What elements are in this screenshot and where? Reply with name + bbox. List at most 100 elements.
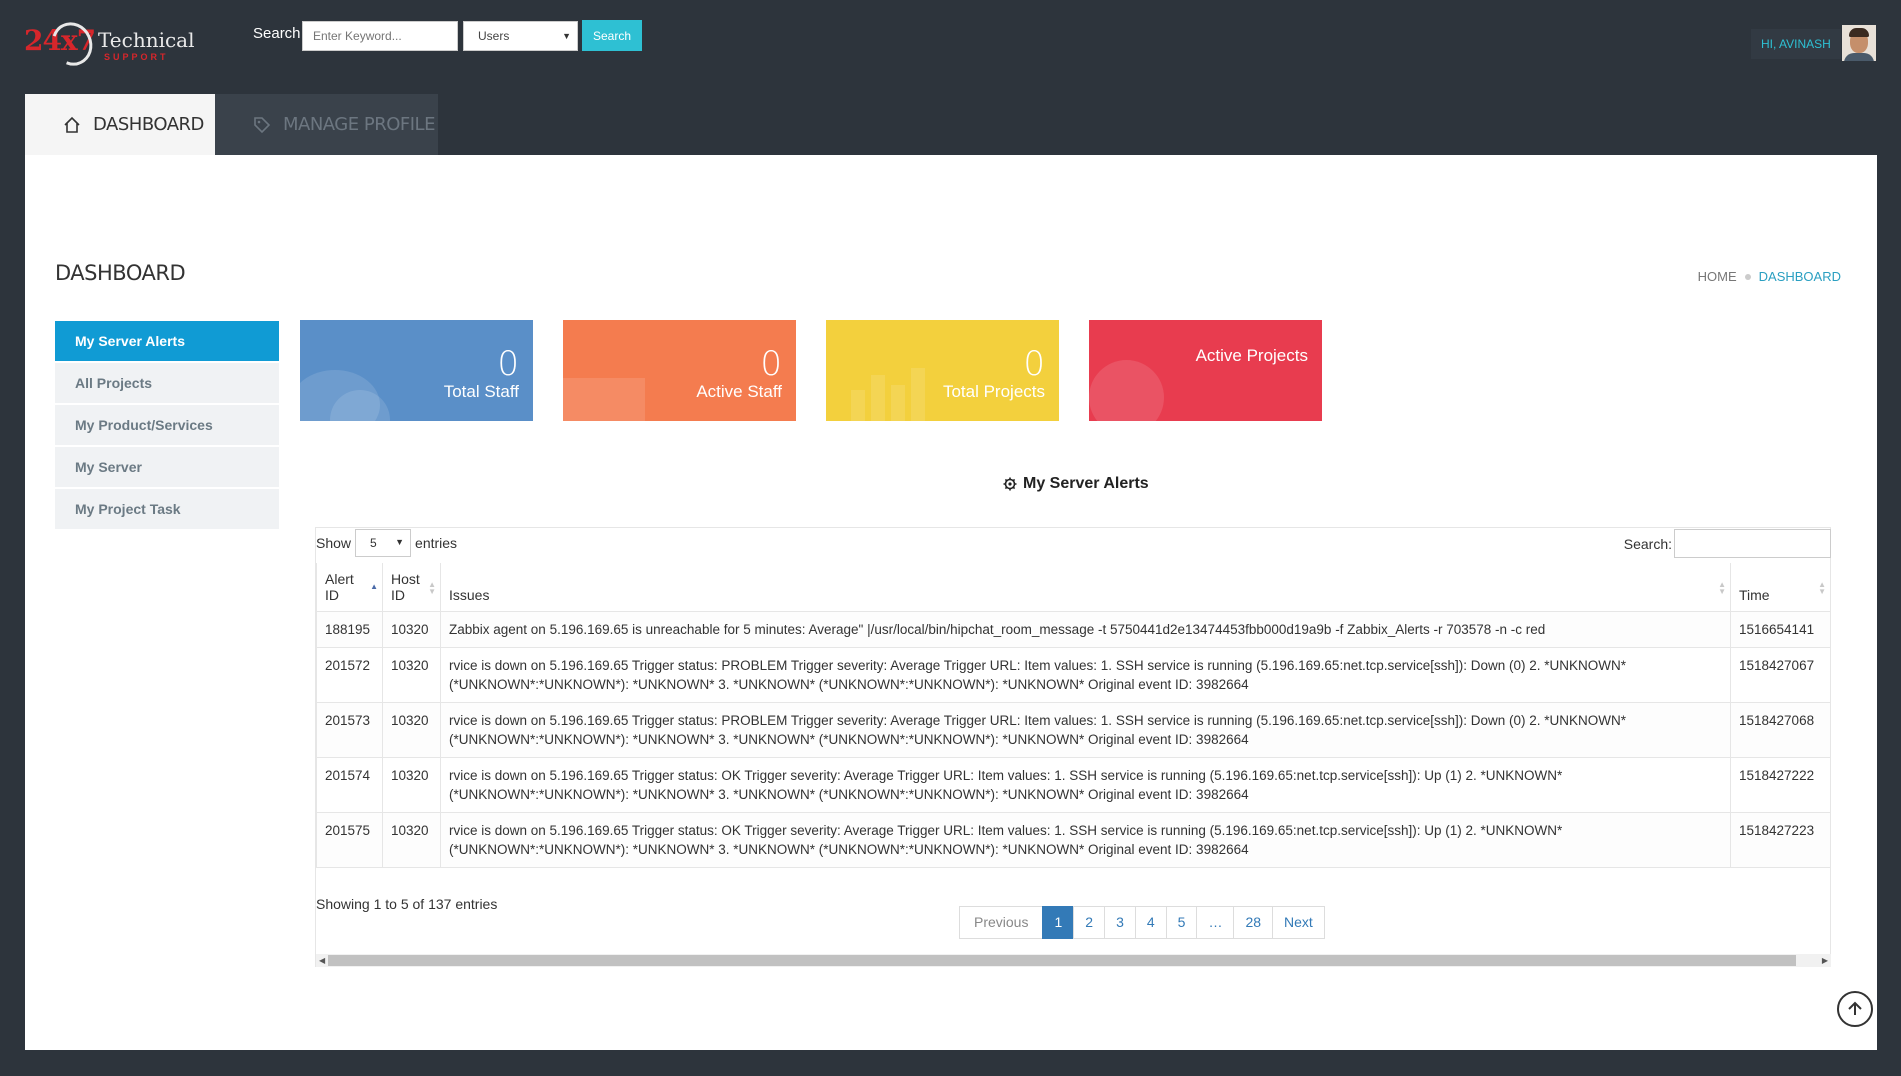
sidebar-item-my-product-services[interactable]: My Product/Services — [55, 405, 279, 445]
pagination-page-1[interactable]: 1 — [1042, 906, 1075, 939]
section-title-text: My Server Alerts — [1023, 475, 1149, 492]
pagination-previous[interactable]: Previous — [959, 906, 1044, 939]
avatar[interactable] — [1842, 25, 1876, 61]
user-greeting[interactable]: HI, AVINASH — [1751, 29, 1841, 59]
tag-icon — [254, 116, 271, 133]
stat-label: Total Staff — [443, 382, 519, 401]
tab-manage-profile[interactable]: MANAGE PROFILE — [215, 94, 438, 155]
card-decoration — [911, 368, 925, 421]
arrow-up-icon — [1848, 1001, 1862, 1015]
scroll-left-icon[interactable]: ◀ — [319, 954, 325, 967]
table-row: 201573 10320 rvice is down on 5.196.169.… — [316, 702, 1831, 758]
cell-alert-id: 201572 — [316, 647, 383, 703]
page-title: DASHBOARD — [55, 261, 186, 285]
cell-alert-id: 201574 — [316, 757, 383, 813]
cell-host-id: 10320 — [382, 611, 441, 648]
breadcrumb-separator — [1744, 273, 1751, 280]
cell-issue: rvice is down on 5.196.169.65 Trigger st… — [440, 647, 1731, 703]
column-header-label: Time — [1739, 587, 1770, 603]
sort-icon: ▲ ▼ — [1818, 580, 1826, 596]
table-search: Search: — [1624, 529, 1831, 558]
tab-label: DASHBOARD — [93, 114, 204, 135]
caret-down-icon: ▼ — [562, 31, 571, 41]
table-search-input[interactable] — [1674, 529, 1831, 558]
scrollbar-thumb[interactable] — [328, 955, 1796, 966]
pagination-next[interactable]: Next — [1272, 906, 1325, 939]
pagination: Previous 1 2 3 4 5 … 28 Next — [959, 906, 1325, 939]
avatar-hair — [1849, 28, 1869, 37]
card-decoration — [1089, 360, 1164, 421]
logo[interactable]: 24x7 Technical SUPPORT — [24, 15, 195, 73]
page-size-control: Show 5 ▼ entries — [316, 527, 457, 559]
cell-host-id: 10320 — [382, 702, 441, 758]
pagination-ellipsis: … — [1196, 906, 1235, 939]
cell-host-id: 10320 — [382, 647, 441, 703]
table-row: 188195 10320 Zabbix agent on 5.196.169.6… — [316, 611, 1831, 648]
stat-card-active-staff[interactable]: 0 Active Staff — [563, 320, 796, 421]
cell-alert-id: 201575 — [316, 812, 383, 868]
stat-label: Total Projects — [942, 382, 1045, 401]
cell-time: 1516654141 — [1730, 611, 1831, 648]
cell-issue: rvice is down on 5.196.169.65 Trigger st… — [440, 757, 1731, 813]
sidebar-item-all-projects[interactable]: All Projects — [55, 363, 279, 403]
search-label: Search — [253, 25, 301, 42]
cell-time: 1518427222 — [1730, 757, 1831, 813]
gear-icon — [1003, 477, 1017, 491]
pagination-page-28[interactable]: 28 — [1233, 906, 1274, 939]
breadcrumb-home[interactable]: HOME — [1698, 269, 1737, 284]
column-header-label: Alert ID — [325, 571, 354, 603]
alerts-section-title: My Server Alerts — [1003, 475, 1149, 493]
card-decoration — [851, 390, 865, 421]
tab-label: MANAGE PROFILE — [283, 114, 435, 135]
table-row: 201572 10320 rvice is down on 5.196.169.… — [316, 647, 1831, 703]
sort-icon: ▲ ▼ — [428, 580, 436, 596]
logo-text: Technical — [98, 28, 195, 52]
stat-value: 0 — [760, 344, 782, 384]
table-row: 201575 10320 rvice is down on 5.196.169.… — [316, 812, 1831, 868]
card-decoration — [891, 385, 905, 421]
entries-label: entries — [415, 535, 458, 551]
table-header-row: Alert ID ▲ Host ID ▲ ▼ Issues ▲ ▼ Time ▲ ▼ — [316, 563, 1831, 612]
logo-subtext: SUPPORT — [104, 52, 169, 62]
column-header-issues[interactable]: Issues ▲ ▼ — [440, 563, 1731, 612]
table-info: Showing 1 to 5 of 137 entries — [316, 896, 498, 912]
cell-alert-id: 201573 — [316, 702, 383, 758]
column-header-label: Host ID — [391, 571, 420, 603]
card-decoration — [871, 375, 885, 421]
cell-time: 1518427067 — [1730, 647, 1831, 703]
stat-card-total-staff[interactable]: 0 Total Staff — [300, 320, 533, 421]
sidebar: My Server Alerts All Projects My Product… — [55, 321, 279, 531]
pagination-page-4[interactable]: 4 — [1134, 906, 1167, 939]
stat-card-active-projects[interactable]: Active Projects — [1089, 320, 1322, 421]
pagination-page-3[interactable]: 3 — [1104, 906, 1136, 939]
search-input[interactable] — [302, 21, 458, 51]
horizontal-scrollbar[interactable]: ◀ ▶ — [316, 954, 1831, 967]
column-header-label: Issues — [449, 587, 490, 603]
search-scope-select[interactable]: Users ▼ — [463, 21, 578, 51]
breadcrumb-current: DASHBOARD — [1758, 269, 1841, 284]
table-row: 201574 10320 rvice is down on 5.196.169.… — [316, 757, 1831, 813]
pagination-page-5[interactable]: 5 — [1165, 906, 1198, 939]
sidebar-item-my-project-task[interactable]: My Project Task — [55, 489, 279, 529]
sort-icon: ▲ ▼ — [1718, 580, 1726, 596]
column-header-host-id[interactable]: Host ID ▲ ▼ — [382, 563, 441, 612]
column-header-alert-id[interactable]: Alert ID ▲ — [316, 563, 383, 612]
page-size-select[interactable]: 5 ▼ — [355, 529, 412, 557]
alerts-table: Alert ID ▲ Host ID ▲ ▼ Issues ▲ ▼ Time ▲ ▼ … — [316, 563, 1831, 868]
avatar-shirt — [1844, 53, 1874, 61]
cell-issue: rvice is down on 5.196.169.65 Trigger st… — [440, 812, 1731, 868]
scroll-to-top-button[interactable] — [1837, 991, 1873, 1027]
sidebar-item-my-server-alerts[interactable]: My Server Alerts — [55, 321, 279, 361]
home-icon — [64, 116, 80, 133]
tab-dashboard[interactable]: DASHBOARD — [25, 94, 215, 155]
stat-card-total-projects[interactable]: 0 Total Projects — [826, 320, 1059, 421]
search-button[interactable]: Search — [582, 20, 642, 51]
cell-issue: rvice is down on 5.196.169.65 Trigger st… — [440, 702, 1731, 758]
column-header-time[interactable]: Time ▲ ▼ — [1730, 563, 1831, 612]
scroll-right-icon[interactable]: ▶ — [1822, 954, 1828, 967]
breadcrumb: HOME DASHBOARD — [1698, 269, 1841, 284]
pagination-page-2[interactable]: 2 — [1073, 906, 1106, 939]
page-size-value: 5 — [370, 536, 377, 550]
cell-alert-id: 188195 — [316, 611, 383, 648]
sidebar-item-my-server[interactable]: My Server — [55, 447, 279, 487]
